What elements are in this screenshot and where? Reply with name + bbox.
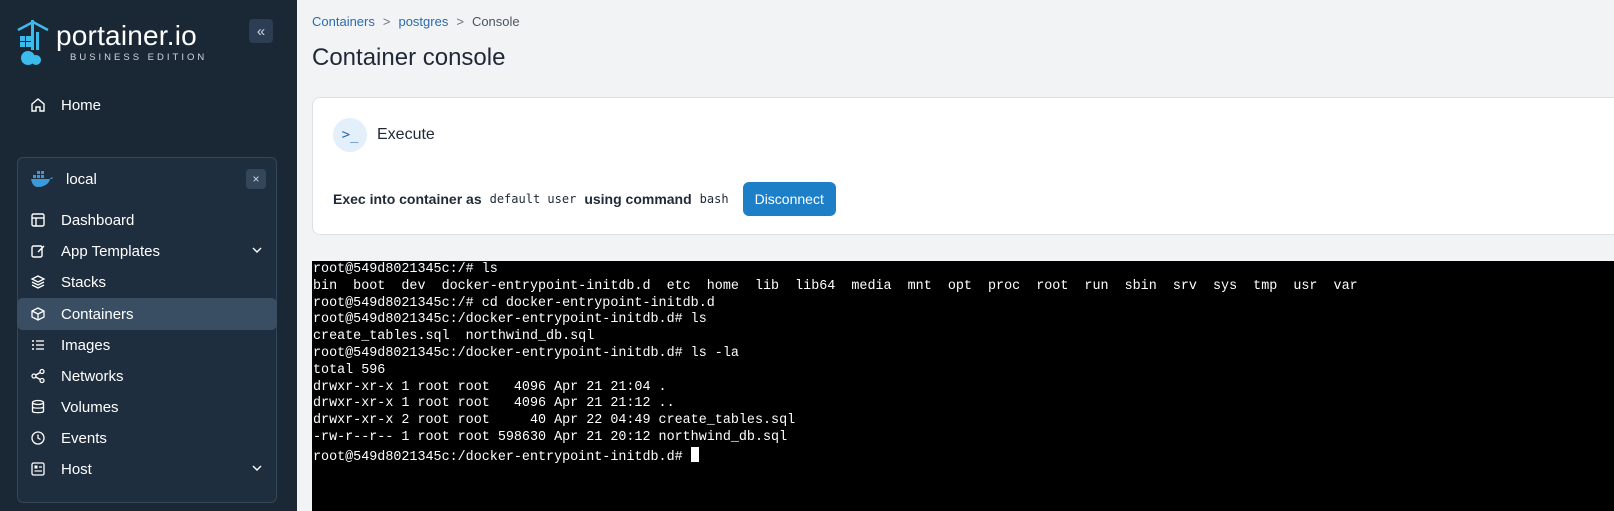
chevron-down-icon (251, 461, 263, 478)
terminal-line: -rw-r--r-- 1 root root 598630 Apr 21 20:… (313, 429, 788, 445)
breadcrumb-separator: > (382, 14, 391, 29)
terminal-cursor (690, 446, 699, 462)
exec-user-value: default user (489, 192, 577, 206)
sidebar-item-label: App Templates (61, 242, 160, 260)
terminal-line: root@549d8021345c:/# ls (313, 262, 498, 277)
terminal-line: root@549d8021345c:/# cd docker-entrypoin… (313, 295, 715, 311)
exec-prefix-label: Exec into container as (333, 191, 482, 207)
sidebar-item-networks[interactable]: Networks (17, 360, 277, 392)
clock-icon (29, 429, 47, 447)
terminal-console[interactable]: root@549d8021345c:/# ls bin boot dev dock… (312, 261, 1614, 511)
execute-card: >_ Execute Exec into container as defaul… (312, 97, 1614, 235)
sidebar-item-events[interactable]: Events (17, 422, 277, 454)
terminal-line: drwxr-xr-x 1 root root 4096 Apr 21 21:04… (313, 379, 667, 395)
terminal-line: create_tables.sql northwind_db.sql (313, 329, 595, 345)
sidebar-item-containers[interactable]: Containers (17, 298, 277, 330)
terminal-line: total 596 (313, 362, 386, 378)
breadcrumb-separator: > (456, 14, 464, 29)
sidebar-item-home[interactable]: Home (17, 89, 277, 121)
breadcrumb-postgres[interactable]: postgres (398, 14, 448, 29)
sidebar-item-stacks[interactable]: Stacks (17, 266, 277, 298)
sidebar-item-label: Containers (61, 305, 134, 323)
close-icon: × (252, 172, 260, 186)
sidebar-item-dashboard[interactable]: Dashboard (17, 204, 277, 236)
dashboard-icon (29, 211, 47, 229)
sidebar-item-label: Stacks (61, 273, 107, 291)
logo-subtitle: BUSINESS EDITION (70, 51, 208, 63)
sidebar-item-app-templates[interactable]: App Templates (17, 235, 277, 267)
execute-card-header: >_ Execute (333, 118, 435, 152)
sidebar-item-images[interactable]: Images (17, 329, 277, 361)
breadcrumb: Containers > postgres > Console (312, 14, 520, 29)
double-chevron-left-icon: « (256, 22, 266, 40)
sidebar-item-label: Events (61, 429, 107, 447)
exec-info-row: Exec into container as default user usin… (333, 182, 836, 216)
home-icon (29, 96, 47, 114)
terminal-line: drwxr-xr-x 1 root root 4096 Apr 21 21:12… (313, 396, 675, 412)
close-environment-button[interactable]: × (246, 169, 266, 189)
terminal-prompt-line: root@549d8021345c:/docker-entrypoint-ini… (313, 446, 1614, 467)
sidebar-item-label: Host (61, 460, 92, 478)
database-icon (29, 398, 47, 416)
execute-title: Execute (377, 126, 435, 143)
terminal-line: bin boot dev docker-entrypoint-initdb.d … (313, 278, 1358, 294)
host-icon (29, 460, 47, 478)
sidebar-item-label: Home (61, 96, 102, 114)
page-title: Container console (312, 44, 506, 71)
terminal-line: root@549d8021345c:/docker-entrypoint-ini… (313, 345, 739, 361)
breadcrumb-containers[interactable]: Containers (312, 14, 375, 29)
breadcrumb-console: Console (471, 14, 520, 29)
terminal-line: root@549d8021345c:/docker-entrypoint-ini… (313, 312, 707, 328)
environment-header[interactable]: local (30, 170, 97, 188)
docker-icon (30, 170, 54, 188)
box-icon (29, 305, 47, 323)
exec-command-value: bash (699, 192, 729, 206)
main-content: Containers > postgres > Console Containe… (297, 0, 1614, 511)
terminal-icon: >_ (333, 118, 367, 152)
collapse-sidebar-button[interactable]: « (249, 19, 273, 43)
list-icon (29, 336, 47, 354)
sidebar-item-label: Volumes (61, 398, 119, 416)
layers-icon (29, 273, 47, 291)
sidebar-item-label: Networks (61, 367, 124, 385)
sidebar-item-label: Images (61, 336, 111, 354)
chevron-down-icon (251, 243, 263, 260)
terminal-prompt: root@549d8021345c:/docker-entrypoint-ini… (313, 449, 691, 465)
terminal-line: drwxr-xr-x 2 root root 40 Apr 22 04:49 c… (313, 413, 796, 429)
sidebar-item-label: Dashboard (61, 211, 135, 229)
sidebar-item-host[interactable]: Host (17, 453, 277, 485)
logo-title: portainer.io (56, 19, 197, 51)
sidebar: portainer.io BUSINESS EDITION « Home loc… (0, 0, 297, 511)
portainer-logo-icon (16, 18, 50, 66)
disconnect-button[interactable]: Disconnect (742, 182, 836, 216)
using-command-label: using command (584, 191, 692, 207)
environment-name: local (66, 170, 97, 188)
edit-icon (29, 242, 47, 260)
share-icon (29, 367, 47, 385)
portainer-logo[interactable]: portainer.io BUSINESS EDITION (16, 18, 207, 66)
sidebar-item-volumes[interactable]: Volumes (17, 391, 277, 423)
